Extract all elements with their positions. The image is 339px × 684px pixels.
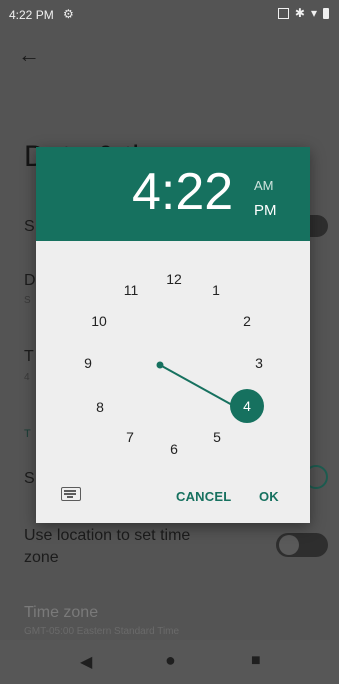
nav-back-icon[interactable]: ◀ [80, 652, 92, 672]
clock-number-4-selected[interactable]: 4 [230, 389, 264, 423]
time-separator: : [160, 163, 176, 221]
settings-row-time-zone-value: GMT-05:00 Eastern Standard Time [24, 626, 180, 637]
status-icons: ✱ ▾ [277, 6, 329, 20]
clock-number-12[interactable]: 12 [166, 271, 182, 287]
settings-row-automatic-date[interactable]: S [24, 218, 35, 236]
clock-hand [159, 364, 235, 407]
toggle-knob [279, 535, 299, 555]
nav-home-icon[interactable]: ● [165, 650, 176, 671]
clock-number-5[interactable]: 5 [213, 429, 221, 445]
status-time: 4:22 PM [9, 8, 54, 22]
settings-row-time-zone[interactable]: Time zone [24, 604, 98, 622]
pm-toggle[interactable]: PM [254, 202, 277, 219]
keyboard-keys-row [64, 490, 76, 492]
battery-icon [323, 7, 329, 19]
nav-recents-icon[interactable]: ■ [251, 652, 261, 670]
clock-number-1[interactable]: 1 [212, 282, 220, 298]
status-bar: 4:22 PM ⚙ ✱ ▾ [0, 0, 339, 26]
clock-face[interactable]: 12 1 2 3 4 5 6 7 8 9 10 11 [82, 255, 264, 473]
clock-number-3[interactable]: 3 [255, 355, 263, 371]
time-picker-dialog: 4:22 AM PM 12 1 2 3 4 5 6 7 8 9 10 11 CA… [36, 147, 310, 523]
time-picker-header: 4:22 AM PM [36, 147, 310, 241]
wifi-icon: ▾ [310, 6, 317, 20]
time-display: 4:22 [132, 166, 233, 218]
hour-display[interactable]: 4 [132, 163, 161, 221]
toggle-location-timezone[interactable] [276, 533, 328, 557]
clock-number-11[interactable]: 11 [124, 282, 139, 298]
clock-number-2[interactable]: 2 [243, 313, 251, 329]
clock-number-6[interactable]: 6 [170, 441, 178, 457]
clock-number-8[interactable]: 8 [96, 399, 104, 415]
settings-row-date-value: S [24, 295, 31, 306]
keyboard-keys-row [64, 493, 76, 495]
cancel-button[interactable]: CANCEL [176, 489, 231, 504]
back-arrow-icon[interactable]: ← [18, 42, 40, 68]
am-toggle[interactable]: AM [254, 178, 274, 193]
ok-button[interactable]: OK [259, 489, 279, 504]
gear-icon: ⚙ [63, 7, 74, 21]
section-header: T [24, 428, 31, 440]
keyboard-icon[interactable] [61, 487, 81, 501]
screenshot-icon [277, 7, 289, 19]
clock-number-10[interactable]: 10 [91, 313, 107, 329]
minute-display[interactable]: 22 [175, 163, 233, 221]
navigation-bar: ◀ ● ■ [0, 640, 339, 684]
settings-row-time[interactable]: T [24, 348, 34, 366]
settings-row-date[interactable]: D [24, 272, 36, 290]
settings-row-location-timezone[interactable]: Use location to set time zone [24, 525, 190, 569]
bluetooth-icon: ✱ [294, 6, 305, 20]
settings-row-time-value: 4 [24, 372, 30, 383]
settings-row-automatic-timezone[interactable]: S [24, 470, 35, 488]
keyboard-spacebar [67, 496, 73, 498]
clock-number-7[interactable]: 7 [126, 429, 134, 445]
clock-number-9[interactable]: 9 [84, 355, 92, 371]
